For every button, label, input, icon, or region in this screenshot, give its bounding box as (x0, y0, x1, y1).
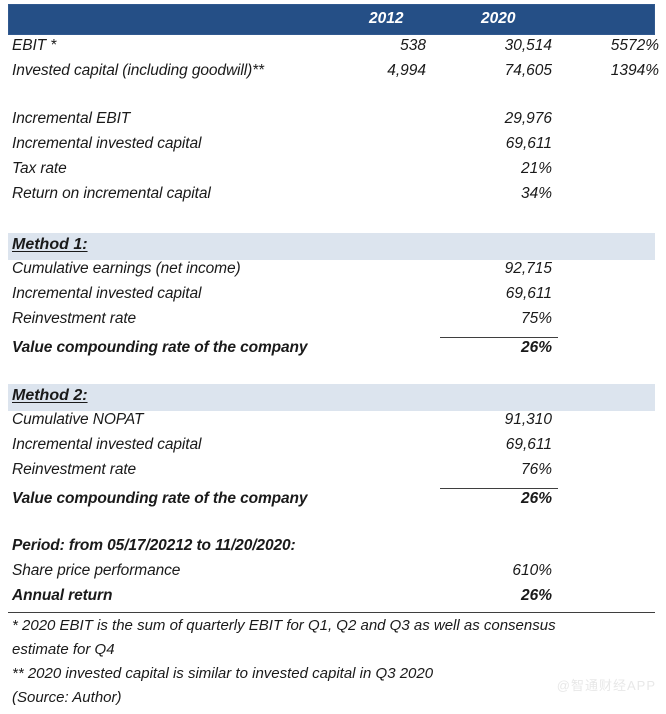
row-label: Cumulative NOPAT (12, 411, 144, 428)
table-row: Cumulative NOPAT 91,310 (0, 411, 666, 436)
row-value-change: 5572% (610, 37, 659, 54)
footnote-line: ** 2020 invested capital is similar to i… (12, 665, 434, 682)
row-value-2020: 69,611 (505, 135, 552, 152)
row-value-2012: 538 (400, 37, 426, 54)
table-row: Return on incremental capital 34% (0, 185, 666, 210)
method-1-subtotal-rule (440, 337, 558, 338)
row-value-2020: 74,605 (504, 62, 552, 79)
footnote-line: estimate for Q4 (12, 641, 115, 658)
row-label: Annual return (12, 587, 113, 604)
row-value-2020: 30,514 (504, 37, 552, 54)
row-label: Reinvestment rate (12, 310, 137, 327)
footnote-line: (Source: Author) (12, 689, 122, 706)
method-2-total: Value compounding rate of the company 26… (0, 490, 666, 515)
column-header-2012: 2012 (369, 10, 404, 27)
row-value-2020: 75% (520, 310, 552, 327)
row-value-2020: 26% (520, 587, 552, 604)
period-title: Period: from 05/17/20212 to 11/20/2020: (12, 537, 296, 554)
method-2-title: Method 2: (12, 387, 88, 404)
row-label: Reinvestment rate (12, 461, 137, 478)
incremental-group: Incremental EBIT 29,976 Incremental inve… (0, 110, 666, 210)
top-metrics-group: EBIT * 538 30,514 5572% Invested capital… (0, 37, 666, 87)
row-value-2020: 69,611 (505, 436, 552, 453)
row-value-2020: 610% (512, 562, 552, 579)
table-row: Cumulative earnings (net income) 92,715 (0, 260, 666, 285)
column-header-2020: 2020 (481, 10, 516, 27)
row-label: Incremental invested capital (12, 135, 202, 152)
row-value-2020: 76% (520, 461, 552, 478)
method-2-subtotal-rule (440, 488, 558, 489)
method-1-total: Value compounding rate of the company 26… (0, 339, 666, 364)
footnote-divider-rule (8, 612, 655, 613)
financial-table: 2012 2020 EBIT * 538 30,514 5572% Invest… (0, 0, 666, 714)
table-row: Reinvestment rate 76% (0, 461, 666, 486)
row-label: Tax rate (12, 160, 67, 177)
method-2-group: Cumulative NOPAT 91,310 Incremental inve… (0, 411, 666, 486)
table-row: Incremental invested capital 69,611 (0, 285, 666, 310)
row-label: Value compounding rate of the company (12, 490, 308, 507)
row-value-2020: 92,715 (504, 260, 552, 277)
row-label: Cumulative earnings (net income) (12, 260, 241, 277)
table-row: Tax rate 21% (0, 160, 666, 185)
row-value-2020: 29,976 (504, 110, 552, 127)
table-row-total: Value compounding rate of the company 26… (0, 339, 666, 364)
method-1-group: Cumulative earnings (net income) 92,715 … (0, 260, 666, 335)
row-value-2020: 26% (520, 339, 552, 356)
table-row: Reinvestment rate 75% (0, 310, 666, 335)
table-row: Share price performance 610% (0, 562, 666, 587)
watermark: @智通财经APP (556, 678, 656, 693)
row-value-2020: 69,611 (505, 285, 552, 302)
row-value-2020: 21% (520, 160, 552, 177)
table-row-total: Annual return 26% (0, 587, 666, 612)
row-label: Incremental invested capital (12, 285, 202, 302)
table-row: Incremental EBIT 29,976 (0, 110, 666, 135)
method-2-header: Method 2: (8, 384, 655, 411)
row-label: Share price performance (12, 562, 181, 579)
row-label: Value compounding rate of the company (12, 339, 308, 356)
row-label: Incremental invested capital (12, 436, 202, 453)
footnote-line: * 2020 EBIT is the sum of quarterly EBIT… (12, 617, 556, 634)
row-value-2012: 4,994 (387, 62, 426, 79)
period-group: Period: from 05/17/20212 to 11/20/2020: … (0, 537, 666, 612)
method-1-header: Method 1: (8, 233, 655, 260)
table-row: EBIT * 538 30,514 5572% (0, 37, 666, 62)
row-value-2020: 26% (520, 490, 552, 507)
row-label: Incremental EBIT (12, 110, 131, 127)
table-header-bar: 2012 2020 (8, 4, 655, 35)
row-label: Invested capital (including goodwill)** (12, 62, 264, 79)
table-row: Incremental invested capital 69,611 (0, 135, 666, 160)
row-value-change: 1394% (610, 62, 659, 79)
row-label: EBIT * (12, 37, 57, 54)
row-value-2020: 34% (520, 185, 552, 202)
method-1-title: Method 1: (12, 236, 88, 253)
table-row-total: Value compounding rate of the company 26… (0, 490, 666, 515)
table-row: Invested capital (including goodwill)** … (0, 62, 666, 87)
row-label: Return on incremental capital (12, 185, 211, 202)
table-row: Incremental invested capital 69,611 (0, 436, 666, 461)
row-value-2020: 91,310 (504, 411, 552, 428)
period-title-row: Period: from 05/17/20212 to 11/20/2020: (0, 537, 666, 562)
